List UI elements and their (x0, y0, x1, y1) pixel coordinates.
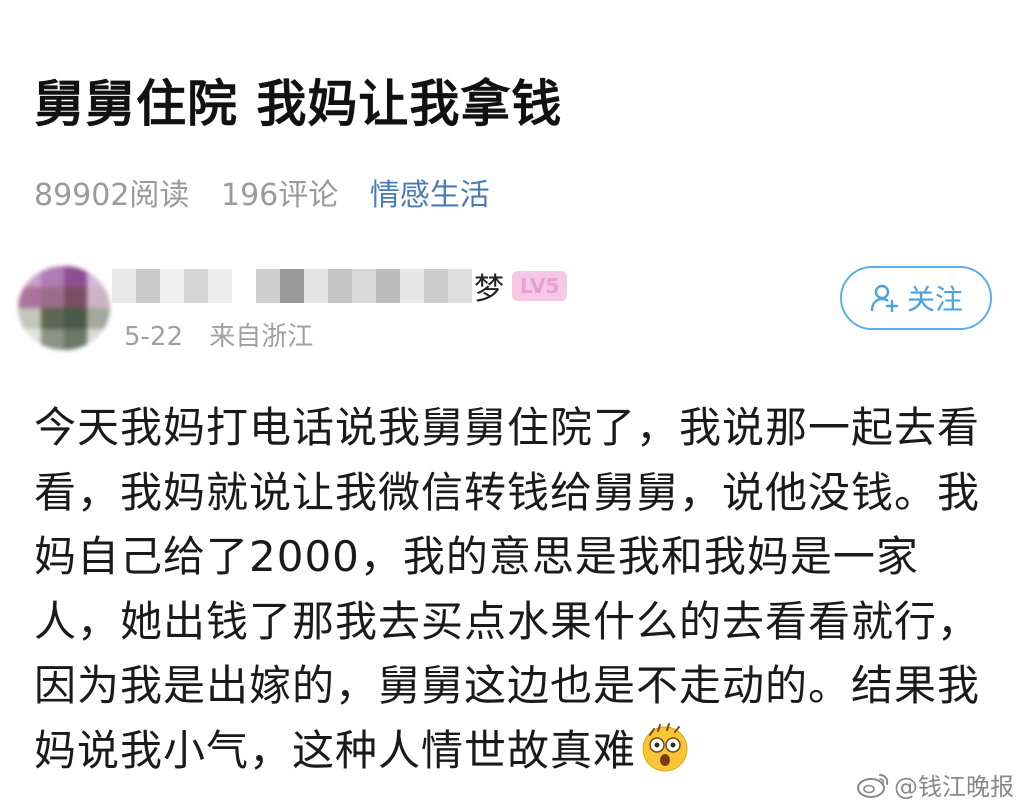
weibo-logo-icon (857, 773, 889, 798)
avatar[interactable] (18, 266, 110, 350)
comment-count[interactable]: 196评论 (221, 178, 338, 213)
author-name[interactable]: 梦 (474, 264, 504, 308)
watermark: @钱江晚报 (856, 767, 1014, 802)
follow-button[interactable]: 关注 (840, 266, 992, 330)
watermark-text: @钱江晚报 (894, 773, 1014, 801)
category-link[interactable]: 情感生活 (370, 178, 490, 213)
post-info: 5-22 来自浙江 (124, 316, 331, 353)
add-user-icon (870, 284, 899, 313)
post-location: 来自浙江 (209, 322, 314, 352)
author-row: 梦 LV5 (112, 264, 568, 308)
read-count: 89902阅读 (34, 178, 190, 213)
level-badge: LV5 (512, 271, 568, 301)
post-date: 5-22 (124, 322, 184, 352)
post-content: 今天我妈打电话说我舅舅住院了，我说那一起去看看，我妈就说让我微信转钱给舅舅，说他… (34, 396, 996, 783)
post-title: 舅舅住院 我妈让我拿钱 (34, 75, 563, 133)
follow-label: 关注 (906, 283, 963, 316)
username-mosaic[interactable] (112, 269, 472, 303)
shocked-face-icon (642, 722, 688, 771)
post-body: 今天我妈打电话说我舅舅住院了，我说那一起去看看，我妈就说让我微信转钱给舅舅，说他… (34, 403, 981, 775)
post-meta: 89902阅读 196评论 情感生活 (34, 170, 512, 214)
